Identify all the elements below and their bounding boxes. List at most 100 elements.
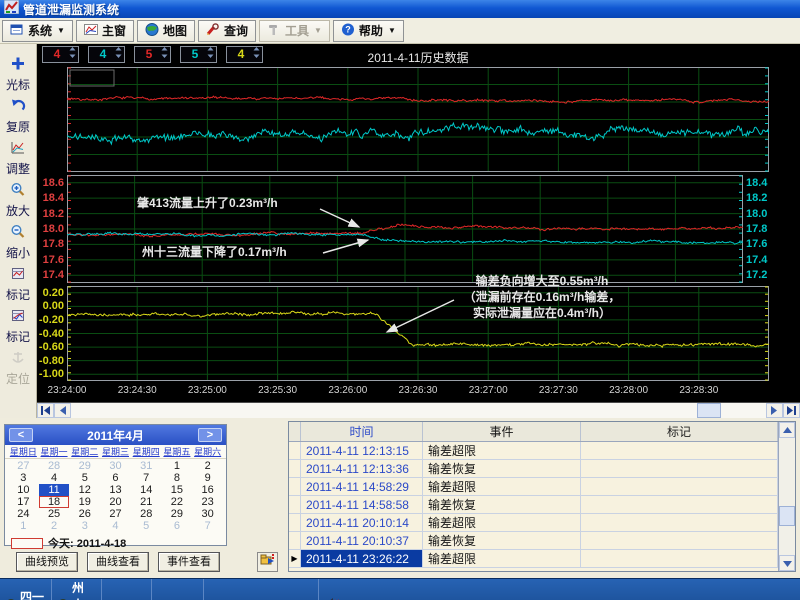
calendar-day[interactable]: 21 bbox=[131, 496, 162, 508]
calendar-day[interactable]: 1 bbox=[8, 520, 39, 532]
scroll-track[interactable] bbox=[71, 403, 766, 418]
scroll-thumb[interactable] bbox=[697, 403, 721, 418]
event-time-cell[interactable]: 2011-4-11 23:26:22 bbox=[301, 550, 423, 567]
calendar-day[interactable]: 14 bbox=[131, 484, 162, 496]
table-scroll-up-button[interactable] bbox=[779, 422, 795, 438]
event-type-cell[interactable]: 输差恢复 bbox=[423, 460, 581, 477]
scroll-end-button[interactable] bbox=[783, 403, 800, 418]
data-navigate-button[interactable] bbox=[257, 552, 278, 572]
calendar-day[interactable]: 30 bbox=[100, 460, 131, 472]
calendar-day[interactable]: 29 bbox=[162, 508, 193, 520]
table-scroll-thumb[interactable] bbox=[779, 506, 795, 526]
scroll-left-button[interactable] bbox=[54, 403, 71, 418]
calendar-day[interactable]: 7 bbox=[192, 520, 223, 532]
event-type-cell[interactable]: 输差超限 bbox=[423, 514, 581, 531]
calendar-day[interactable]: 3 bbox=[8, 472, 39, 484]
table-row[interactable]: 2011-4-11 12:13:36输差恢复 bbox=[289, 460, 778, 478]
sidebar-tool-6[interactable]: 标记 bbox=[6, 266, 30, 303]
calendar-day[interactable]: 29 bbox=[69, 460, 100, 472]
calendar-day[interactable]: 9 bbox=[192, 472, 223, 484]
event-type-cell[interactable]: 输差恢复 bbox=[423, 496, 581, 513]
menu-button-6[interactable]: ?帮助▼ bbox=[333, 20, 404, 42]
table-row[interactable]: 2011-4-11 14:58:29输差超限 bbox=[289, 478, 778, 496]
event-type-cell[interactable]: 输差超限 bbox=[423, 478, 581, 495]
calendar-day[interactable]: 30 bbox=[192, 508, 223, 520]
table-row[interactable]: ▶2011-4-11 23:26:22输差超限 bbox=[289, 550, 778, 568]
event-time-cell[interactable]: 2011-4-11 12:13:36 bbox=[301, 460, 423, 477]
calendar-day[interactable]: 26 bbox=[69, 508, 100, 520]
event-type-cell[interactable]: 输差超限 bbox=[423, 442, 581, 459]
table-row[interactable]: 2011-4-11 14:58:58输差恢复 bbox=[289, 496, 778, 514]
calendar-day[interactable]: 25 bbox=[39, 508, 70, 520]
sidebar-tool-7[interactable]: 标记 bbox=[6, 308, 30, 345]
calendar-day[interactable]: 13 bbox=[100, 484, 131, 496]
calendar-day[interactable]: 5 bbox=[69, 472, 100, 484]
table-scrollbar[interactable] bbox=[778, 422, 795, 571]
menu-button-4[interactable]: 查询 bbox=[198, 20, 256, 42]
event-mark-cell[interactable] bbox=[581, 532, 778, 549]
event-type-cell[interactable]: 输差恢复 bbox=[423, 532, 581, 549]
event-time-cell[interactable]: 2011-4-11 12:13:15 bbox=[301, 442, 423, 459]
column-header-2[interactable]: 事件 bbox=[423, 422, 581, 441]
calendar-day[interactable]: 18 bbox=[39, 496, 70, 508]
curve-view-button[interactable]: 曲线查看 bbox=[87, 552, 149, 572]
event-time-cell[interactable]: 2011-4-11 20:10:37 bbox=[301, 532, 423, 549]
calendar-day[interactable]: 23 bbox=[192, 496, 223, 508]
calendar-day[interactable]: 20 bbox=[100, 496, 131, 508]
table-row[interactable]: 2011-4-11 20:10:37输差恢复 bbox=[289, 532, 778, 550]
sidebar-tool-4[interactable]: 放大 bbox=[6, 182, 30, 219]
table-row[interactable]: 2011-4-11 20:10:14输差超限 bbox=[289, 514, 778, 532]
table-row[interactable]: 2011-4-11 12:13:15输差超限 bbox=[289, 442, 778, 460]
event-type-cell[interactable]: 输差超限 bbox=[423, 550, 581, 567]
event-mark-cell[interactable] bbox=[581, 550, 778, 567]
calendar-day[interactable]: 28 bbox=[39, 460, 70, 472]
calendar-day[interactable]: 17 bbox=[8, 496, 39, 508]
scroll-right-button[interactable] bbox=[766, 403, 783, 418]
menu-button-2[interactable]: 主窗 bbox=[76, 20, 134, 42]
menu-button-1[interactable]: 系统▼ bbox=[2, 20, 73, 42]
calendar-day[interactable]: 31 bbox=[131, 460, 162, 472]
sidebar-tool-3[interactable]: 调整 bbox=[6, 140, 30, 177]
column-header-1[interactable]: 时间 bbox=[301, 422, 423, 441]
calendar-prev-button[interactable]: < bbox=[9, 428, 33, 442]
calendar-day[interactable]: 7 bbox=[131, 472, 162, 484]
event-mark-cell[interactable] bbox=[581, 496, 778, 513]
calendar-day[interactable]: 11 bbox=[39, 484, 70, 496]
scroll-home-button[interactable] bbox=[37, 403, 54, 418]
event-mark-cell[interactable] bbox=[581, 478, 778, 495]
calendar-next-button[interactable]: > bbox=[198, 428, 222, 442]
calendar-day[interactable]: 15 bbox=[162, 484, 193, 496]
calendar-day[interactable]: 5 bbox=[131, 520, 162, 532]
event-time-cell[interactable]: 2011-4-11 20:10:14 bbox=[301, 514, 423, 531]
event-mark-cell[interactable] bbox=[581, 460, 778, 477]
curve-preview-button[interactable]: 曲线预览 bbox=[16, 552, 78, 572]
sidebar-tool-5[interactable]: 缩小 bbox=[6, 224, 30, 261]
mute-speaker-icon[interactable] bbox=[325, 597, 340, 600]
event-view-button[interactable]: 事件查看 bbox=[158, 552, 220, 572]
calendar-day[interactable]: 24 bbox=[8, 508, 39, 520]
calendar-day[interactable]: 8 bbox=[162, 472, 193, 484]
table-scroll-down-button[interactable] bbox=[779, 555, 795, 571]
event-mark-cell[interactable] bbox=[581, 514, 778, 531]
horizontal-scrollbar[interactable] bbox=[37, 402, 800, 418]
calendar-day[interactable]: 4 bbox=[39, 472, 70, 484]
calendar-day[interactable]: 6 bbox=[162, 520, 193, 532]
calendar-day[interactable]: 6 bbox=[100, 472, 131, 484]
calendar-day[interactable]: 10 bbox=[8, 484, 39, 496]
event-time-cell[interactable]: 2011-4-11 14:58:58 bbox=[301, 496, 423, 513]
column-header-3[interactable]: 标记 bbox=[581, 422, 778, 441]
menu-button-3[interactable]: 地图 bbox=[137, 20, 195, 42]
calendar-day[interactable]: 27 bbox=[100, 508, 131, 520]
calendar-day[interactable]: 22 bbox=[162, 496, 193, 508]
calendar-day[interactable]: 12 bbox=[69, 484, 100, 496]
calendar-day[interactable]: 28 bbox=[131, 508, 162, 520]
sidebar-tool-1[interactable]: 光标 bbox=[6, 56, 30, 93]
table-scroll-track[interactable] bbox=[779, 438, 795, 555]
calendar-day[interactable]: 27 bbox=[8, 460, 39, 472]
event-mark-cell[interactable] bbox=[581, 442, 778, 459]
calendar-day[interactable]: 19 bbox=[69, 496, 100, 508]
event-time-cell[interactable]: 2011-4-11 14:58:29 bbox=[301, 478, 423, 495]
calendar-day[interactable]: 1 bbox=[162, 460, 193, 472]
calendar-day[interactable]: 2 bbox=[192, 460, 223, 472]
calendar-day[interactable]: 3 bbox=[69, 520, 100, 532]
